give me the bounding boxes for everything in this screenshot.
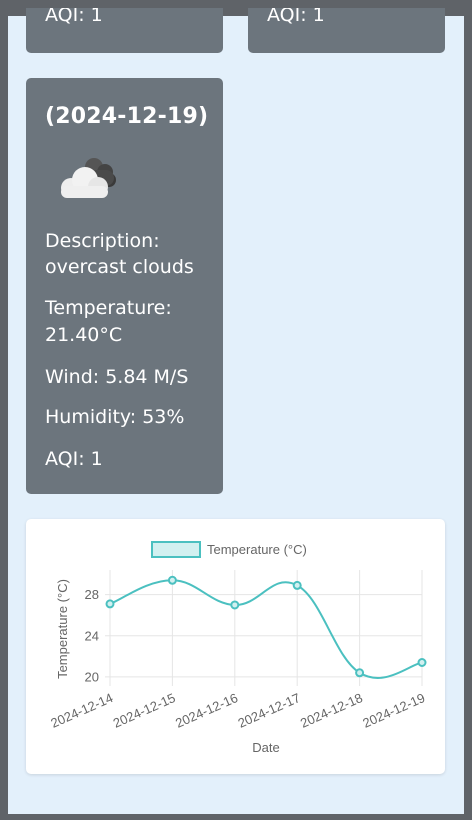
forecast-date: (2024-12-19): [45, 104, 209, 129]
description-label: Description:: [45, 230, 160, 252]
data-point[interactable]: [230, 600, 240, 610]
legend-swatch: [151, 541, 201, 558]
y-tick-label: 24: [85, 628, 99, 643]
humidity-text: Humidity: 53%: [45, 406, 185, 428]
page-viewport: AQI: 1 AQI: 1 (2024-12-19) Description: …: [8, 8, 464, 814]
wind-text: Wind: 5.84 M/S: [45, 366, 189, 388]
x-tick-label: 2024-12-14: [48, 690, 115, 731]
x-tick-label: 2024-12-17: [236, 690, 303, 731]
chart-legend[interactable]: Temperature (°C): [151, 541, 307, 558]
aqi-text: AQI: 1: [267, 8, 325, 26]
forecast-card-previous-right: AQI: 1: [248, 8, 445, 53]
data-point[interactable]: [167, 575, 177, 585]
temperature-chart-card: Temperature (°C) Temperature (°C) Date 2…: [26, 519, 445, 774]
temperature-value: 21.40°C: [45, 324, 123, 346]
x-axis-title: Date: [252, 740, 279, 755]
overcast-clouds-icon: [61, 158, 116, 198]
x-tick-label: 2024-12-19: [360, 690, 427, 731]
forecast-card-previous-left: AQI: 1: [26, 8, 223, 53]
legend-label: Temperature (°C): [207, 542, 307, 557]
forecast-card: (2024-12-19) Description: overcast cloud…: [26, 78, 223, 494]
temperature-chart: Temperature (°C) Temperature (°C) Date 2…: [48, 541, 427, 755]
temperature-label: Temperature:: [45, 297, 172, 319]
y-axis-title: Temperature (°C): [55, 579, 70, 679]
data-point[interactable]: [417, 658, 427, 667]
aqi-text: AQI: 1: [45, 448, 103, 470]
x-tick-label: 2024-12-16: [173, 690, 240, 731]
x-tick-label: 2024-12-15: [111, 690, 178, 731]
aqi-text: AQI: 1: [45, 8, 103, 26]
y-tick-labels: 20 24 28: [85, 587, 99, 684]
chart-grid: [105, 570, 423, 686]
data-point[interactable]: [292, 580, 302, 590]
x-tick-label: 2024-12-18: [298, 690, 365, 731]
x-tick-labels: 2024-12-142024-12-152024-12-162024-12-17…: [48, 690, 427, 731]
description-value: overcast clouds: [45, 256, 194, 278]
data-point[interactable]: [355, 668, 365, 678]
data-point[interactable]: [105, 599, 115, 609]
y-tick-label: 28: [85, 587, 99, 602]
y-tick-label: 20: [85, 669, 99, 684]
